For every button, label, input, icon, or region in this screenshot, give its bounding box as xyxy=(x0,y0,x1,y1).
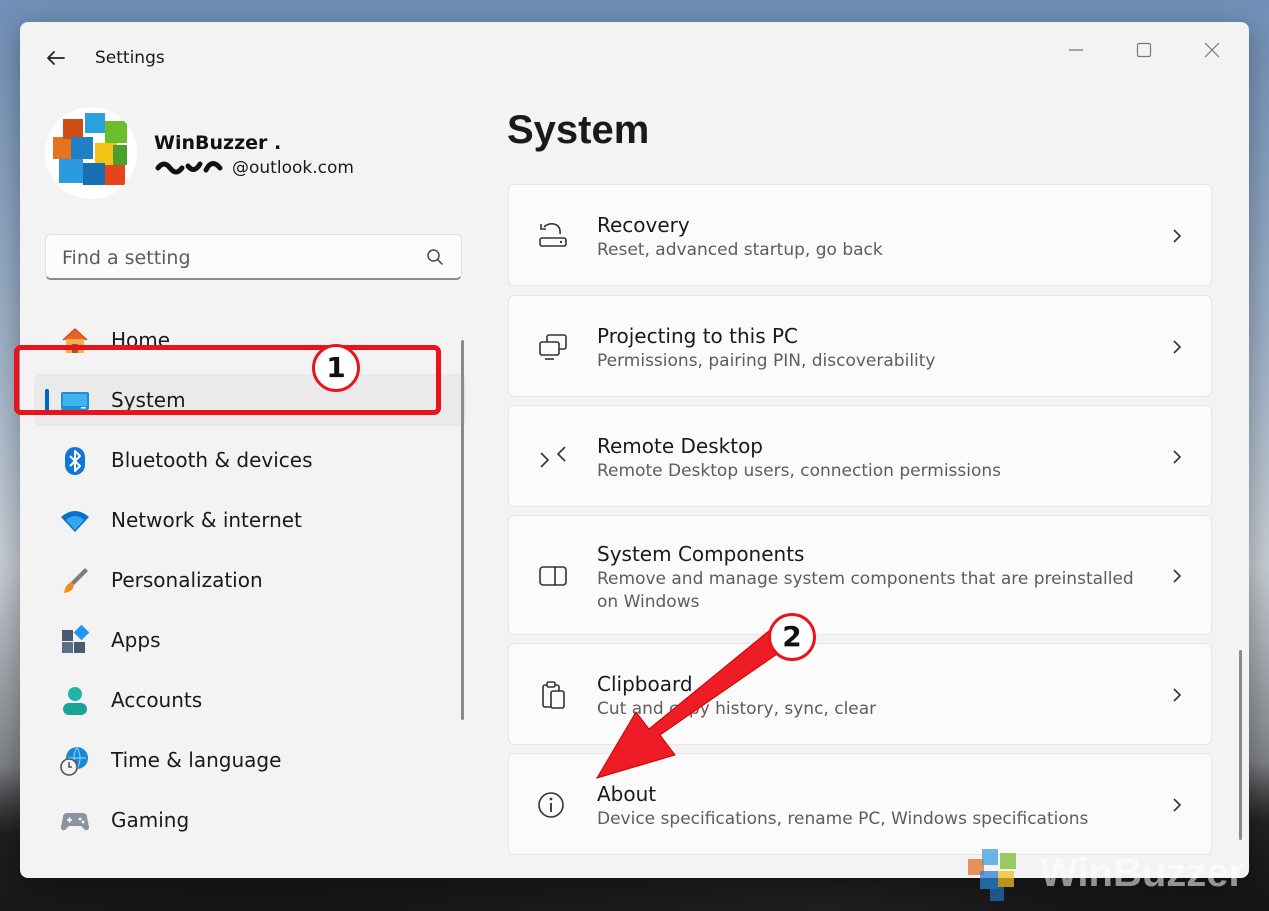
back-button[interactable] xyxy=(42,44,70,72)
person-icon xyxy=(63,687,87,715)
apps-icon xyxy=(62,625,90,653)
annotation-highlight-box xyxy=(14,345,441,415)
card-title: System Components xyxy=(597,542,805,566)
card-description: Permissions, pairing PIN, discoverabilit… xyxy=(597,351,936,371)
clipboard-icon xyxy=(542,681,565,709)
annotation-step-1-badge: 1 xyxy=(312,344,360,392)
sidebar-item-personalization[interactable]: Personalization xyxy=(34,554,466,606)
card-title: Remote Desktop xyxy=(597,434,764,458)
card-description: Remote Desktop users, connection permiss… xyxy=(597,461,1002,481)
sidebar-item-bluetooth[interactable]: Bluetooth & devices xyxy=(34,434,466,486)
maximize-button[interactable] xyxy=(1121,34,1167,64)
sidebar-item-label: Accounts xyxy=(111,688,203,712)
profile-name: WinBuzzer . xyxy=(154,132,282,154)
avatar[interactable] xyxy=(45,107,137,199)
sidebar-item-label: Personalization xyxy=(111,568,263,592)
sidebar-item-label: Bluetooth & devices xyxy=(111,448,313,472)
annotation-step-2-badge: 2 xyxy=(768,613,816,661)
chevron-right-icon xyxy=(1173,450,1182,464)
close-button[interactable] xyxy=(1189,34,1235,64)
settings-card-clipboard[interactable]: Clipboard Cut and copy history, sync, cl… xyxy=(508,643,1212,745)
sidebar-item-accounts[interactable]: Accounts xyxy=(34,674,466,726)
system-components-icon xyxy=(539,566,567,586)
watermark-text: WinBuzzer xyxy=(1040,851,1245,895)
globe-clock-icon xyxy=(60,746,88,776)
chevron-right-icon xyxy=(1173,569,1182,583)
info-icon xyxy=(538,792,564,818)
search-box[interactable] xyxy=(45,234,462,280)
back-arrow-icon xyxy=(47,51,65,65)
card-description: Device specifications, rename PC, Window… xyxy=(597,809,1089,829)
card-description: Reset, advanced startup, go back xyxy=(597,240,883,260)
profile-email: @outlook.com xyxy=(154,158,354,178)
wifi-icon xyxy=(61,511,89,532)
page-title: System xyxy=(507,108,650,152)
settings-card-about[interactable]: About Device specifications, rename PC, … xyxy=(508,753,1212,855)
bluetooth-icon xyxy=(65,447,85,475)
maximize-icon xyxy=(1136,42,1152,58)
settings-window: Settings WinBuzzer . @outlook.com Find a… xyxy=(20,22,1249,878)
sidebar-scrollbar[interactable] xyxy=(461,340,464,720)
window-title: Settings xyxy=(95,48,165,68)
title-bar: Settings xyxy=(20,22,1249,94)
recovery-icon xyxy=(539,223,567,247)
chevron-right-icon xyxy=(1173,340,1182,354)
card-title: Recovery xyxy=(597,213,690,237)
remote-desktop-icon xyxy=(540,446,566,468)
chevron-right-icon xyxy=(1173,229,1182,243)
chevron-right-icon xyxy=(1173,688,1182,702)
sidebar-item-label: Time & language xyxy=(111,748,282,772)
card-description: Remove and manage system components that… xyxy=(597,569,1134,612)
sidebar-item-label: Network & internet xyxy=(111,508,302,532)
card-description: Cut and copy history, sync, clear xyxy=(597,699,877,719)
close-icon xyxy=(1204,42,1220,58)
settings-card-system-components[interactable]: System Components Remove and manage syst… xyxy=(508,515,1212,635)
card-title: Clipboard xyxy=(597,672,693,696)
content-scrollbar[interactable] xyxy=(1239,650,1242,840)
settings-card-recovery[interactable]: Recovery Reset, advanced startup, go bac… xyxy=(508,184,1212,286)
search-icon xyxy=(427,249,443,265)
brush-icon xyxy=(64,568,88,593)
minimize-icon xyxy=(1069,49,1083,51)
settings-card-projecting[interactable]: Projecting to this PC Permissions, pairi… xyxy=(508,295,1212,397)
sidebar-item-apps[interactable]: Apps xyxy=(34,614,466,666)
sidebar-item-label: Apps xyxy=(111,628,161,652)
sidebar-item-time-language[interactable]: Time & language xyxy=(34,734,466,786)
projecting-icon xyxy=(539,334,567,360)
profile-email-domain: @outlook.com xyxy=(232,158,354,178)
card-title: Projecting to this PC xyxy=(597,324,799,348)
sidebar-item-label: Gaming xyxy=(111,808,190,832)
gamepad-icon xyxy=(61,813,89,831)
search-input[interactable] xyxy=(60,244,414,272)
chevron-right-icon xyxy=(1173,798,1182,812)
redacted-scribble-icon xyxy=(155,161,223,175)
sidebar-item-network[interactable]: Network & internet xyxy=(34,494,466,546)
sidebar-item-gaming[interactable]: Gaming xyxy=(34,794,466,846)
winbuzzer-logo-icon xyxy=(53,113,127,185)
minimize-button[interactable] xyxy=(1053,34,1099,64)
settings-card-remote-desktop[interactable]: Remote Desktop Remote Desktop users, con… xyxy=(508,405,1212,507)
card-title: About xyxy=(597,782,657,806)
